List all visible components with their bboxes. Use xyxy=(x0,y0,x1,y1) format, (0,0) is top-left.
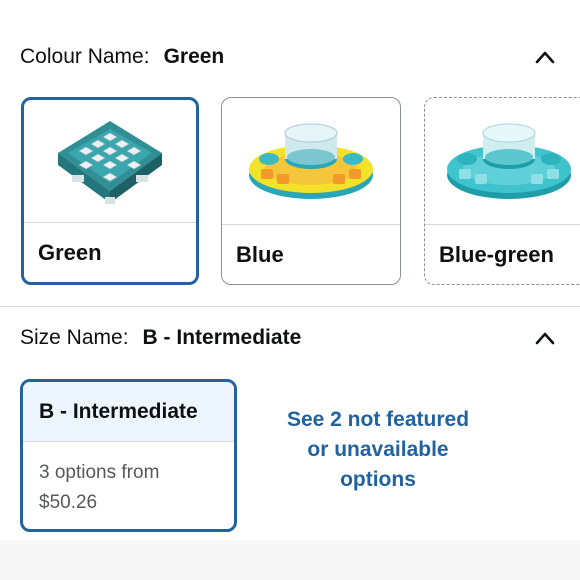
see-unavailable-options-link[interactable]: See 2 not featured or unavailable option… xyxy=(258,405,498,495)
colour-heading: Colour Name: Green xyxy=(20,45,224,69)
see-more-line: See 2 not featured xyxy=(286,408,470,431)
colour-swatch-blue-green[interactable]: Blue-green xyxy=(424,97,580,285)
colour-swatch-blue[interactable]: Blue xyxy=(221,97,401,285)
colour-swatch-label: Blue xyxy=(222,224,400,284)
spinner-bowl-toy-yellow-image xyxy=(222,98,400,224)
puzzle-board-toy-image xyxy=(24,100,196,226)
spinner-bowl-toy-teal-image xyxy=(425,98,580,224)
bottom-band xyxy=(0,540,580,580)
size-selected-value: B - Intermediate xyxy=(142,326,302,349)
size-option-title: B - Intermediate xyxy=(23,382,234,442)
size-option-count: 3 options from xyxy=(39,462,160,483)
size-section-header[interactable]: Size Name: B - Intermediate xyxy=(20,323,556,353)
colour-swatch-green[interactable]: Green xyxy=(21,97,199,285)
colour-label: Colour Name: xyxy=(20,45,150,68)
see-more-line: or unavailable xyxy=(307,438,449,461)
size-option-card[interactable]: B - Intermediate 3 options from $50.26 xyxy=(20,379,237,532)
top-band xyxy=(0,0,580,40)
colour-selected-value: Green xyxy=(163,45,225,68)
colour-swatch-label: Blue-green xyxy=(425,224,580,284)
size-heading: Size Name: B - Intermediate xyxy=(20,326,301,350)
section-divider xyxy=(0,306,580,307)
chevron-up-icon[interactable] xyxy=(534,327,556,349)
size-option-price: $50.26 xyxy=(39,492,98,513)
size-option-details: 3 options from $50.26 xyxy=(23,442,234,518)
colour-section-header[interactable]: Colour Name: Green xyxy=(20,42,556,72)
see-more-line: options xyxy=(340,468,416,491)
chevron-up-icon[interactable] xyxy=(534,46,556,68)
colour-swatch-label: Green xyxy=(24,222,196,282)
size-label: Size Name: xyxy=(20,326,129,349)
